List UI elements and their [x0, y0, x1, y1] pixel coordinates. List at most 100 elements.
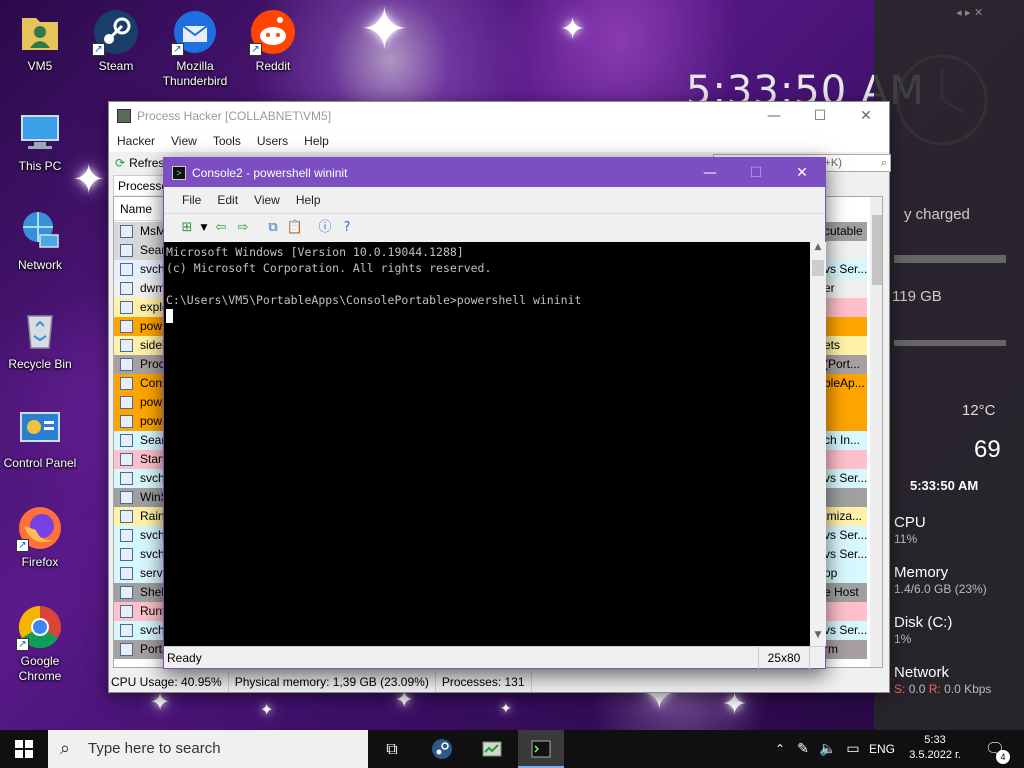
table-row[interactable]: svch [114, 526, 168, 545]
info-icon[interactable]: ⓘ [314, 217, 336, 239]
taskbar-process-hacker-button[interactable] [470, 730, 514, 768]
desktop-icon-steam[interactable]: ↗ Steam [76, 8, 156, 74]
table-row[interactable]: sideb [114, 336, 168, 355]
menu-file[interactable]: File [174, 193, 209, 207]
process-name: Runt [140, 604, 166, 618]
console2-window[interactable]: > Console2 - powershell wininit — ☐ ✕ Fi… [163, 157, 826, 669]
minimize-button[interactable]: — [751, 102, 797, 130]
menu-users[interactable]: Users [249, 134, 296, 148]
terminal-scrollbar[interactable]: ▲ ▼ [810, 242, 826, 646]
desktop-icon-control-panel[interactable]: Control Panel [0, 405, 80, 471]
table-row[interactable]: dwm [114, 279, 168, 298]
taskbar-steam-button[interactable] [420, 730, 464, 768]
table-row[interactable]: Proce [114, 355, 168, 374]
desktop-icon-firefox[interactable]: ↗ Firefox [0, 504, 80, 570]
menu-hacker[interactable]: Hacker [109, 134, 163, 148]
scrollbar-thumb[interactable] [812, 260, 824, 276]
cpu-value: 11% [894, 532, 918, 546]
thunderbird-icon: ↗ [171, 8, 219, 56]
paste-icon[interactable]: 📋 [284, 217, 306, 239]
show-hidden-icons-button[interactable]: ⌃ [770, 730, 790, 768]
table-cell [822, 450, 867, 469]
terminal-output[interactable]: Microsoft Windows [Version 10.0.19044.12… [164, 242, 810, 646]
sidebar-widget-panel: ◂ ▸ ✕ y charged 119 GB 12°C 69 5:33:50 A… [874, 0, 1024, 730]
table-row[interactable]: Rain [114, 507, 168, 526]
table-row[interactable]: svch [114, 469, 168, 488]
table-row[interactable]: servi [114, 564, 168, 583]
desktop-icon-network[interactable]: Network [0, 207, 80, 273]
process-icon [120, 605, 133, 618]
table-row[interactable]: Start [114, 450, 168, 469]
process-name: dwm [140, 281, 166, 295]
previous-tab-icon[interactable]: ⇦ [210, 217, 232, 239]
menu-bar: Hacker View Tools Users Help [109, 130, 889, 152]
desktop-icon-this-pc[interactable]: This PC [0, 108, 80, 174]
start-button[interactable] [0, 730, 48, 768]
language-indicator[interactable]: ENG [866, 730, 898, 768]
menu-help[interactable]: Help [296, 134, 337, 148]
table-row[interactable]: pow [114, 412, 168, 431]
window-titlebar[interactable]: Process Hacker [COLLABNET\VM5] — ☐ ✕ [109, 102, 889, 130]
table-row[interactable]: Cons [114, 374, 168, 393]
shortcut-arrow-icon: ↗ [16, 539, 29, 552]
process-icon [120, 339, 133, 352]
menu-view[interactable]: View [163, 134, 205, 148]
desktop-icon-vm5[interactable]: VM5 [0, 8, 80, 74]
table-row[interactable]: pow [114, 317, 168, 336]
table-cell [822, 488, 867, 507]
column-header-name[interactable]: Name [114, 197, 168, 221]
close-button[interactable]: ✕ [779, 159, 825, 187]
minimize-button[interactable]: — [687, 159, 733, 187]
menu-view[interactable]: View [246, 193, 288, 207]
desktop-icon-thunderbird[interactable]: ↗ Mozilla Thunderbird [155, 8, 235, 89]
table-row[interactable]: explo [114, 298, 168, 317]
process-icon [120, 263, 133, 276]
table-row[interactable]: pow [114, 393, 168, 412]
process-name: pow [140, 319, 163, 333]
table-row[interactable]: Porta [114, 640, 168, 659]
table-row[interactable]: WinS [114, 488, 168, 507]
desktop-icon-reddit[interactable]: ↗ Reddit [233, 8, 313, 74]
next-tab-icon[interactable]: ⇨ [232, 217, 254, 239]
console-size: 25x80 [758, 647, 810, 669]
table-cell: imiza... [822, 507, 867, 526]
menu-help[interactable]: Help [288, 193, 329, 207]
terminal-line: Microsoft Windows [Version 10.0.19044.12… [166, 245, 464, 259]
table-row[interactable]: Shell [114, 583, 168, 602]
table-row[interactable]: Searc [114, 431, 168, 450]
menu-tools[interactable]: Tools [205, 134, 249, 148]
table-row[interactable]: Runt [114, 602, 168, 621]
network-status-icon[interactable]: ▭ [842, 730, 864, 768]
task-view-button[interactable]: ⧉ [372, 730, 412, 768]
maximize-button[interactable]: ☐ [733, 159, 779, 187]
menu-edit[interactable]: Edit [209, 193, 246, 207]
table-cell [822, 241, 867, 260]
scrollbar-thumb[interactable] [872, 215, 882, 285]
table-row[interactable]: svch [114, 621, 168, 640]
taskbar-search-box[interactable]: ⌕ Type here to search [48, 730, 368, 768]
process-icon [120, 377, 133, 390]
close-button[interactable]: ✕ [843, 102, 889, 130]
new-tab-icon[interactable]: ⊞ [176, 217, 198, 239]
table-row[interactable]: svch [114, 545, 168, 564]
taskbar-clock[interactable]: 5:33 3.5.2022 г. [902, 730, 968, 768]
table-row[interactable]: MsM [114, 222, 168, 241]
maximize-button[interactable]: ☐ [797, 102, 843, 130]
process-list-scrollbar[interactable] [870, 197, 882, 667]
volume-icon[interactable]: 🔈 [816, 730, 840, 768]
console-titlebar[interactable]: > Console2 - powershell wininit — ☐ ✕ [164, 158, 825, 187]
desktop-icon-recycle-bin[interactable]: Recycle Bin [0, 306, 80, 372]
desktop-icon-chrome[interactable]: ↗ Google Chrome [0, 603, 80, 684]
window-title: Process Hacker [COLLABNET\VM5] [137, 109, 332, 123]
dropdown-arrow-icon[interactable]: ▼ [198, 217, 210, 239]
scroll-up-icon[interactable]: ▲ [810, 242, 826, 258]
table-row[interactable]: Sear [114, 241, 168, 260]
taskbar-console-button[interactable] [518, 730, 564, 768]
notification-center-button[interactable]: 🗨 4 [978, 730, 1012, 768]
pen-icon[interactable]: ✎ [792, 730, 814, 768]
refresh-button[interactable]: Refres [129, 156, 164, 170]
scroll-down-icon[interactable]: ▼ [810, 630, 826, 646]
help-icon[interactable]: ? [336, 217, 358, 239]
copy-icon[interactable]: ⧉ [262, 217, 284, 239]
table-row[interactable]: svch [114, 260, 168, 279]
